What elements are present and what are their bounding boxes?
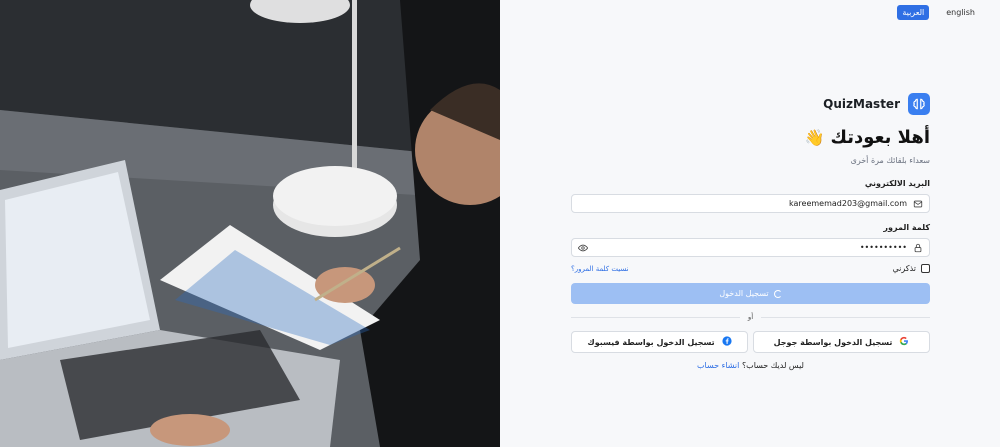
email-field[interactable]: kareememad203@gmail.com (571, 194, 930, 213)
forgot-password-link[interactable]: نسيت كلمة المرور؟ (571, 265, 629, 273)
hero-photo (0, 0, 500, 447)
title-text: أهلا بعودتك (830, 126, 930, 148)
google-label: تسجيل الدخول بواسطة جوجل (773, 337, 893, 347)
password-label: كلمة المرور (883, 223, 930, 232)
spinner-icon (773, 289, 782, 298)
signup-prompt: ليس لديك حساب؟ (741, 361, 804, 370)
email-value: kareememad203@gmail.com (789, 199, 907, 208)
signup-row: ليس لديك حساب؟ انشاء حساب (571, 361, 930, 370)
hero-illustration (0, 0, 500, 447)
facebook-icon (722, 336, 732, 348)
email-label: البريد الالكتروني (864, 179, 930, 188)
facebook-label: تسجيل الدخول بواسطة فيسبوك (587, 337, 715, 347)
password-field[interactable]: •••••••••• (571, 238, 930, 257)
remember-checkbox[interactable]: تذكرني (892, 264, 930, 273)
google-icon (899, 336, 909, 348)
remember-label: تذكرني (892, 264, 916, 273)
lang-english-button[interactable]: english (941, 5, 980, 20)
login-button[interactable]: تسجيل الدخول (571, 283, 930, 304)
brain-icon (908, 93, 930, 115)
eye-icon[interactable] (578, 243, 588, 253)
language-switch: العربية english (897, 5, 980, 20)
google-login-button[interactable]: تسجيل الدخول بواسطة جوجل (753, 331, 930, 353)
mail-icon (913, 199, 923, 209)
login-label: تسجيل الدخول (719, 289, 769, 298)
brand: QuizMaster (571, 93, 930, 115)
divider-line (570, 316, 740, 318)
or-divider: أو (570, 312, 930, 322)
facebook-login-button[interactable]: تسجيل الدخول بواسطة فيسبوك (571, 331, 748, 353)
page-title: أهلا بعودتك 👋 (571, 124, 930, 150)
lang-arabic-button[interactable]: العربية (897, 5, 930, 20)
brand-name: QuizMaster (823, 97, 900, 111)
divider-line (761, 316, 930, 318)
lock-icon (913, 243, 923, 253)
password-value: •••••••••• (859, 243, 907, 252)
wave-emoji: 👋 (804, 127, 825, 147)
signup-link[interactable]: انشاء حساب (697, 361, 739, 370)
page-subtitle: سعداء بلقائك مرة أخرى (850, 156, 930, 165)
login-form: QuizMaster أهلا بعودتك 👋 سعداء بلقائك مر… (570, 93, 930, 370)
or-label: أو (747, 313, 754, 321)
remember-row: تذكرني نسيت كلمة المرور؟ (571, 264, 930, 273)
checkbox-box[interactable] (921, 264, 930, 273)
